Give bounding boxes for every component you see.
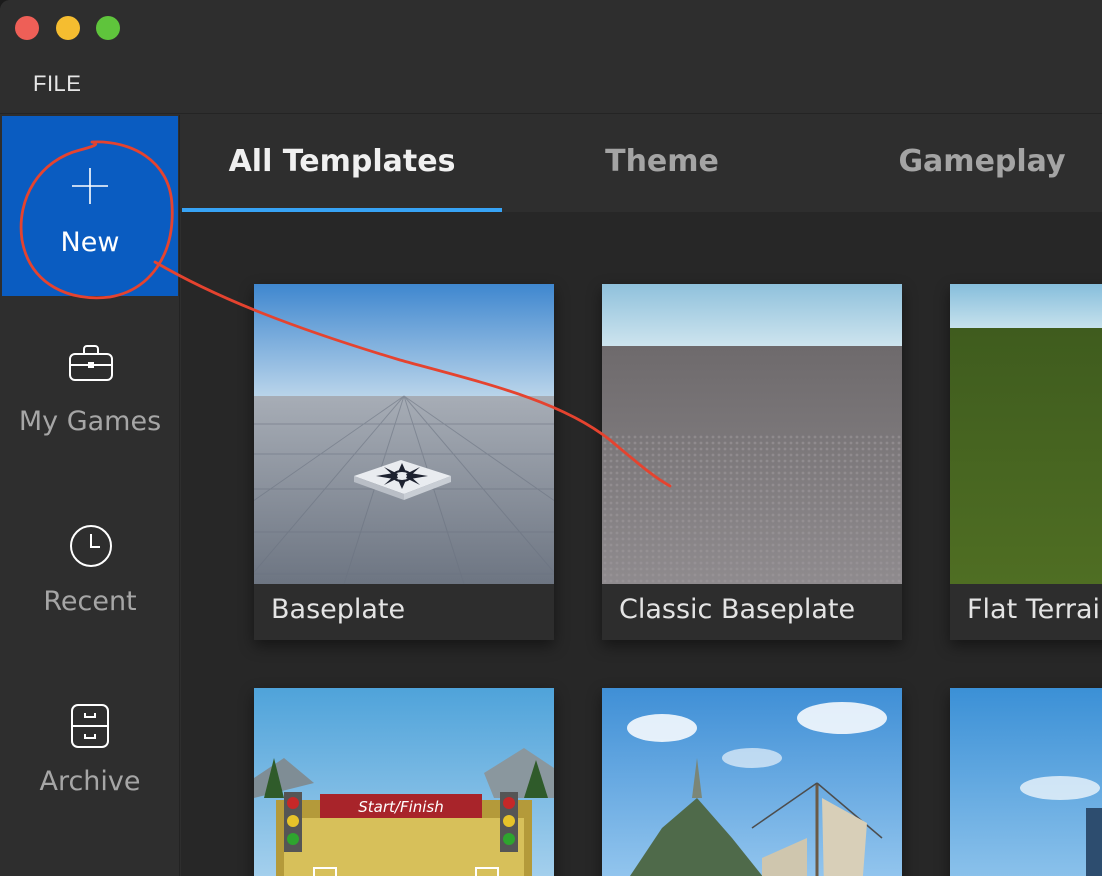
template-card-classic-baseplate[interactable]: Classic Baseplate [602,284,902,640]
plus-icon [72,168,108,204]
pirate-island-thumbnail [602,688,902,876]
start-finish-banner: Start/Finish [358,798,444,816]
sidebar-item-new[interactable]: New [2,116,178,296]
sidebar-item-label: New [60,227,120,258]
close-window-button[interactable] [15,16,39,40]
template-title: Flat Terrain [967,594,1102,625]
template-title: Baseplate [271,594,406,625]
template-card-flat-terrain[interactable]: Flat Terrain [950,284,1102,640]
template-title: Classic Baseplate [619,594,856,625]
sidebar-item-archive[interactable]: Archive [2,657,178,837]
briefcase-icon [69,345,113,381]
maximize-window-button[interactable] [96,16,120,40]
title-bar [0,0,1102,56]
template-card-race[interactable]: Start/Finish [254,688,554,876]
sidebar-item-label: Archive [39,766,141,797]
file-menu[interactable]: FILE [33,71,81,97]
template-tabs: All Templates Theme Gameplay [181,115,1102,212]
sidebar-item-my-games[interactable]: My Games [2,297,178,477]
archive-cabinet-icon [71,704,109,748]
clock-icon [70,525,112,567]
race-thumbnail: Start/Finish [254,688,554,876]
tab-theme[interactable]: Theme [502,115,822,212]
minimize-window-button[interactable] [56,16,80,40]
tab-gameplay[interactable]: Gameplay [822,115,1102,212]
sidebar: New My Games Recent Archive [0,115,180,876]
classic-baseplate-thumbnail [602,284,902,584]
menu-bar: FILE [0,56,1102,114]
city-thumbnail [950,688,1102,876]
tab-all-templates[interactable]: All Templates [182,115,502,212]
templates-panel: All Templates Theme Gameplay Baseplate C… [181,115,1102,876]
baseplate-thumbnail [254,284,554,584]
template-card-baseplate[interactable]: Baseplate [254,284,554,640]
sidebar-item-label: Recent [43,586,137,617]
template-card-pirate-island[interactable] [602,688,902,876]
sidebar-item-label: My Games [18,406,162,437]
sidebar-item-recent[interactable]: Recent [2,477,178,657]
flat-terrain-thumbnail [950,284,1102,584]
template-card-city[interactable] [950,688,1102,876]
studio-window: FILE New My Games Recent Archive All Tem… [0,0,1102,876]
active-tab-indicator [182,208,502,212]
